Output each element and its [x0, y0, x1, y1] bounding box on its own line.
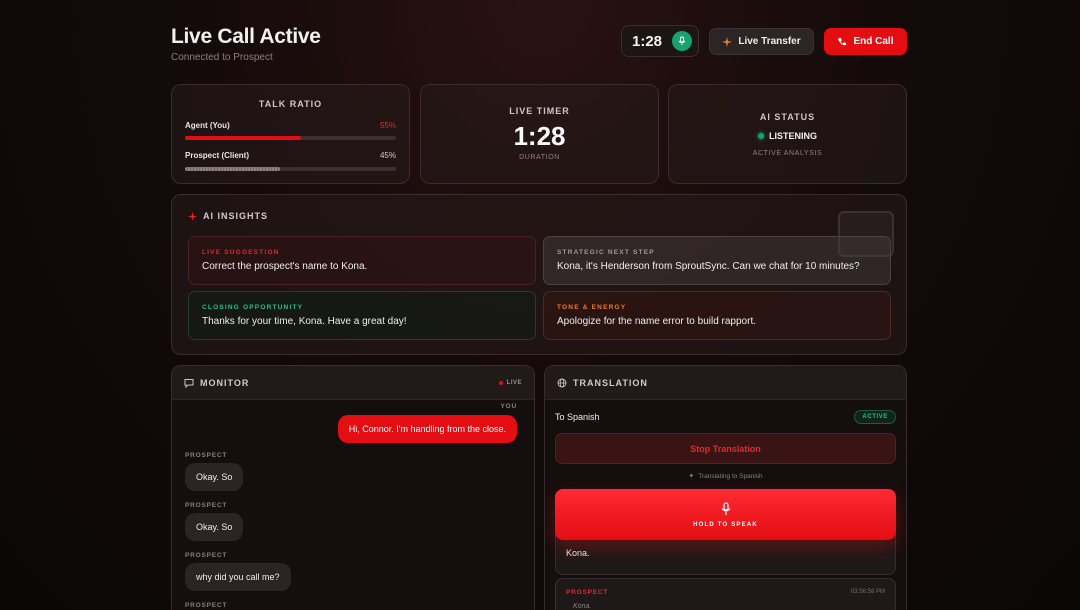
talk-ratio-card: TALK RATIO Agent (You) 55% Prospect (Cli… [171, 84, 410, 184]
translation-entry-time: 03:56:58 PM [850, 589, 885, 595]
agent-percent: 55% [379, 121, 396, 130]
ai-insights-card: AI INSIGHTS LIVE SUGGESTION Correct the … [171, 194, 907, 355]
insight-text: Correct the prospect's name to Kona. [202, 261, 368, 272]
phone-icon [838, 37, 847, 45]
chat-message: why did you call me? [185, 563, 291, 591]
live-dot-icon [498, 380, 503, 385]
translation-entry: PROSPECT 03:56:58 PM Kona. [555, 578, 896, 610]
agent-bar [185, 136, 396, 140]
agent-bar-fill [185, 136, 302, 140]
monitor-title: MONITOR [200, 377, 250, 388]
agent-label: Agent (You) [185, 121, 230, 130]
call-timer-pill: 1:28 [621, 25, 699, 57]
insight-strategic-next-step: STRATEGIC NEXT STEP Kona, it's Henderson… [543, 236, 891, 285]
prospect-bar-fill [185, 167, 280, 171]
prospect-percent: 45% [379, 151, 396, 160]
ai-status-title: AI STATUS [759, 112, 816, 122]
hold-to-speak-label: HOLD TO SPEAK [693, 521, 758, 528]
ai-status-state: LISTENING [768, 131, 817, 141]
sparkle-icon [722, 36, 733, 47]
hold-to-speak-button[interactable]: HOLD TO SPEAK [555, 489, 896, 540]
translation-entry-role: PROSPECT [566, 589, 609, 596]
ai-insights-title: AI INSIGHTS [203, 211, 269, 221]
sparkle-icon [188, 211, 197, 221]
ai-status-card: AI STATUS LISTENING ACTIVE ANALYSIS [668, 84, 907, 184]
page-subtitle: Connected to Prospect [171, 52, 273, 63]
talk-ratio-title: TALK RATIO [258, 99, 323, 109]
end-call-button[interactable]: End Call [824, 28, 907, 55]
live-transfer-button[interactable]: Live Transfer [709, 28, 814, 55]
insight-label: STRATEGIC NEXT STEP [557, 249, 655, 256]
message-role: PROSPECT [185, 502, 228, 509]
prospect-label: Prospect (Client) [185, 151, 250, 160]
page-title: Live Call Active [171, 25, 321, 48]
chat-message: Okay. So [185, 463, 244, 491]
live-timer-title: LIVE TIMER [509, 106, 570, 116]
stop-translation-button[interactable]: Stop Translation [555, 433, 896, 464]
insight-live-suggestion: LIVE SUGGESTION Correct the prospect's n… [188, 236, 536, 285]
end-call-label: End Call [853, 36, 894, 47]
prospect-bar [185, 167, 396, 171]
translation-status: Translating to Spanish [698, 472, 763, 480]
insight-label: LIVE SUGGESTION [202, 249, 280, 256]
chat-icon [184, 378, 194, 388]
translation-active-badge: ACTIVE [854, 410, 896, 424]
live-timer-card: LIVE TIMER 1:28 DURATION [420, 84, 659, 184]
call-timer: 1:28 [632, 32, 663, 50]
message-role: YOU [500, 403, 517, 410]
live-timer-value: 1:28 [513, 121, 566, 151]
stop-translation-label: Stop Translation [690, 443, 761, 454]
message-role: PROSPECT [185, 602, 228, 609]
mic-toggle[interactable] [672, 31, 693, 51]
microphone-icon [678, 36, 686, 45]
spinner-icon: ✦ [688, 473, 695, 480]
insight-text: Apologize for the name error to build ra… [557, 316, 756, 327]
live-badge: LIVE [506, 379, 522, 386]
insight-label: CLOSING OPPORTUNITY [202, 304, 304, 311]
live-transfer-label: Live Transfer [738, 36, 801, 47]
globe-icon [557, 378, 567, 387]
insight-text: Thanks for your time, Kona. Have a great… [202, 316, 407, 327]
translation-target: To Spanish [555, 412, 600, 422]
message-role: PROSPECT [185, 552, 228, 559]
insight-text: Kona, it's Henderson from SproutSync. Ca… [557, 261, 860, 272]
microphone-icon [721, 501, 730, 515]
chat-message: Okay. So [185, 513, 244, 541]
translation-entry-text: Kona. [566, 548, 590, 558]
duration-caption: DURATION [519, 154, 560, 161]
translation-panel: TRANSLATION To Spanish ACTIVE Stop Trans… [544, 365, 907, 610]
chat-message: Hi, Connor. I'm handling from the close. [337, 415, 517, 443]
insight-closing-opportunity: CLOSING OPPORTUNITY Thanks for your time… [188, 291, 536, 340]
translation-title: TRANSLATION [573, 377, 648, 388]
ai-status-caption: ACTIVE ANALYSIS [752, 150, 823, 157]
status-dot-icon [757, 133, 764, 139]
translation-entry-text: Kona. [573, 603, 592, 610]
insight-tone-energy: TONE & ENERGY Apologize for the name err… [543, 291, 891, 340]
monitor-panel: MONITOR LIVE YOU Hi, Connor. I'm handlin… [171, 365, 535, 610]
insight-label: TONE & ENERGY [557, 304, 627, 311]
message-role: PROSPECT [185, 452, 228, 459]
